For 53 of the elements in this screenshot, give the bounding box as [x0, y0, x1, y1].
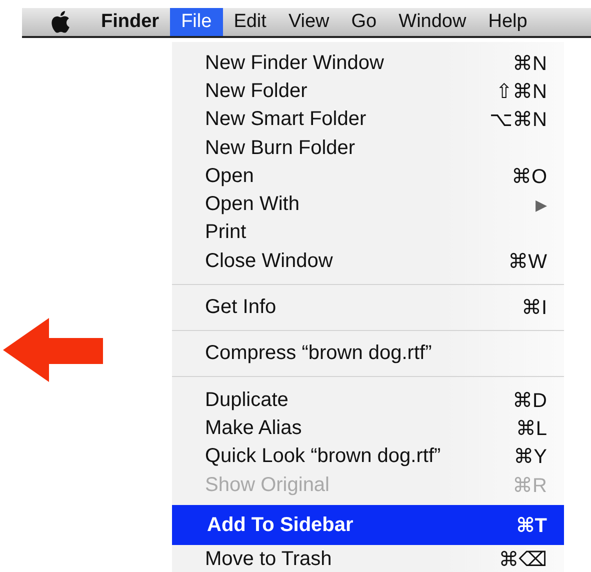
menu-item[interactable]: New Finder Window ⌘N — [172, 49, 564, 78]
menu-item[interactable]: Get Info ⌘I — [172, 293, 564, 322]
shortcut-label: ⌘O — [511, 164, 547, 189]
shortcut-label: ⌥⌘N — [490, 108, 547, 132]
menu-item-label: Quick Look “brown dog.rtf” — [205, 445, 441, 468]
menu-item-label: New Burn Folder — [205, 136, 356, 160]
shortcut-label: ⌘D — [512, 388, 547, 413]
shortcut-label: ⌘⌫ — [498, 548, 547, 572]
shortcut-label: ⌘N — [512, 52, 547, 76]
menu-bar-item[interactable]: Go — [340, 8, 388, 36]
shortcut-label: ⌘W — [508, 250, 547, 274]
menu-item[interactable]: Make Alias ⌘L — [172, 414, 564, 443]
menu-bar-item[interactable]: Help — [477, 8, 538, 36]
menu-item[interactable]: Close Window ⌘W — [172, 247, 564, 276]
shortcut-label: ⌘I — [521, 296, 547, 320]
menu-item[interactable]: Duplicate ⌘D — [172, 386, 564, 414]
menu-item-label: Duplicate — [205, 388, 288, 412]
menu-item-label: Show Original — [205, 474, 330, 496]
menu-bar-item[interactable]: View — [277, 8, 340, 36]
shortcut-label: ⇧⌘N — [496, 80, 547, 104]
menu-item[interactable]: New Burn Folder — [172, 134, 564, 162]
left-arrow-icon — [3, 318, 103, 382]
apple-logo-icon[interactable] — [50, 10, 70, 34]
menu-item-label: New Smart Folder — [205, 108, 366, 132]
menu-item-label: Close Window — [205, 250, 333, 273]
menu-item-label: Add To Sidebar — [207, 514, 354, 537]
menu-item[interactable]: Quick Look “brown dog.rtf” ⌘Y — [172, 442, 564, 471]
menu-item[interactable]: Open ⌘O — [172, 162, 564, 190]
menu-item-label: New Folder — [205, 80, 308, 103]
shortcut-label: ⌘T — [516, 514, 547, 538]
menu-item-label: Make Alias — [205, 416, 302, 440]
menu-item[interactable]: Move to Trash ⌘⌫ — [172, 545, 564, 572]
menu-item[interactable]: Open With ▶ — [172, 190, 564, 219]
menu-bar-item[interactable]: File — [170, 8, 223, 36]
menu-item-label: Print — [205, 221, 246, 244]
shortcut-label: ⌘L — [516, 416, 547, 441]
menu-bar-item[interactable]: Finder — [90, 8, 170, 36]
menu-item-label: Move to Trash — [205, 548, 332, 571]
shortcut-label: ⌘R — [512, 474, 547, 498]
shortcut-label: ⌘Y — [514, 445, 547, 470]
menu-item[interactable]: Compress “brown dog.rtf” — [172, 340, 564, 368]
menu-item[interactable]: New Folder ⇧⌘N — [172, 77, 564, 106]
menu-item-label: New Finder Window — [205, 52, 384, 75]
menu-item-label: Open With — [205, 193, 300, 216]
menu-item[interactable]: New Smart Folder ⌥⌘N — [172, 106, 564, 134]
menu-item[interactable]: Add To Sidebar ⌘T — [172, 505, 564, 546]
menu-bar-item[interactable]: Window — [388, 8, 478, 36]
menu-item-label: Compress “brown dog.rtf” — [205, 342, 432, 366]
menu-item-label: Open — [205, 164, 254, 188]
menu-item-label: Get Info — [205, 296, 276, 320]
submenu-arrow: ▶ — [535, 196, 547, 214]
menu-bar-item[interactable]: Edit — [222, 8, 278, 36]
menu-item[interactable]: Print — [172, 218, 564, 248]
